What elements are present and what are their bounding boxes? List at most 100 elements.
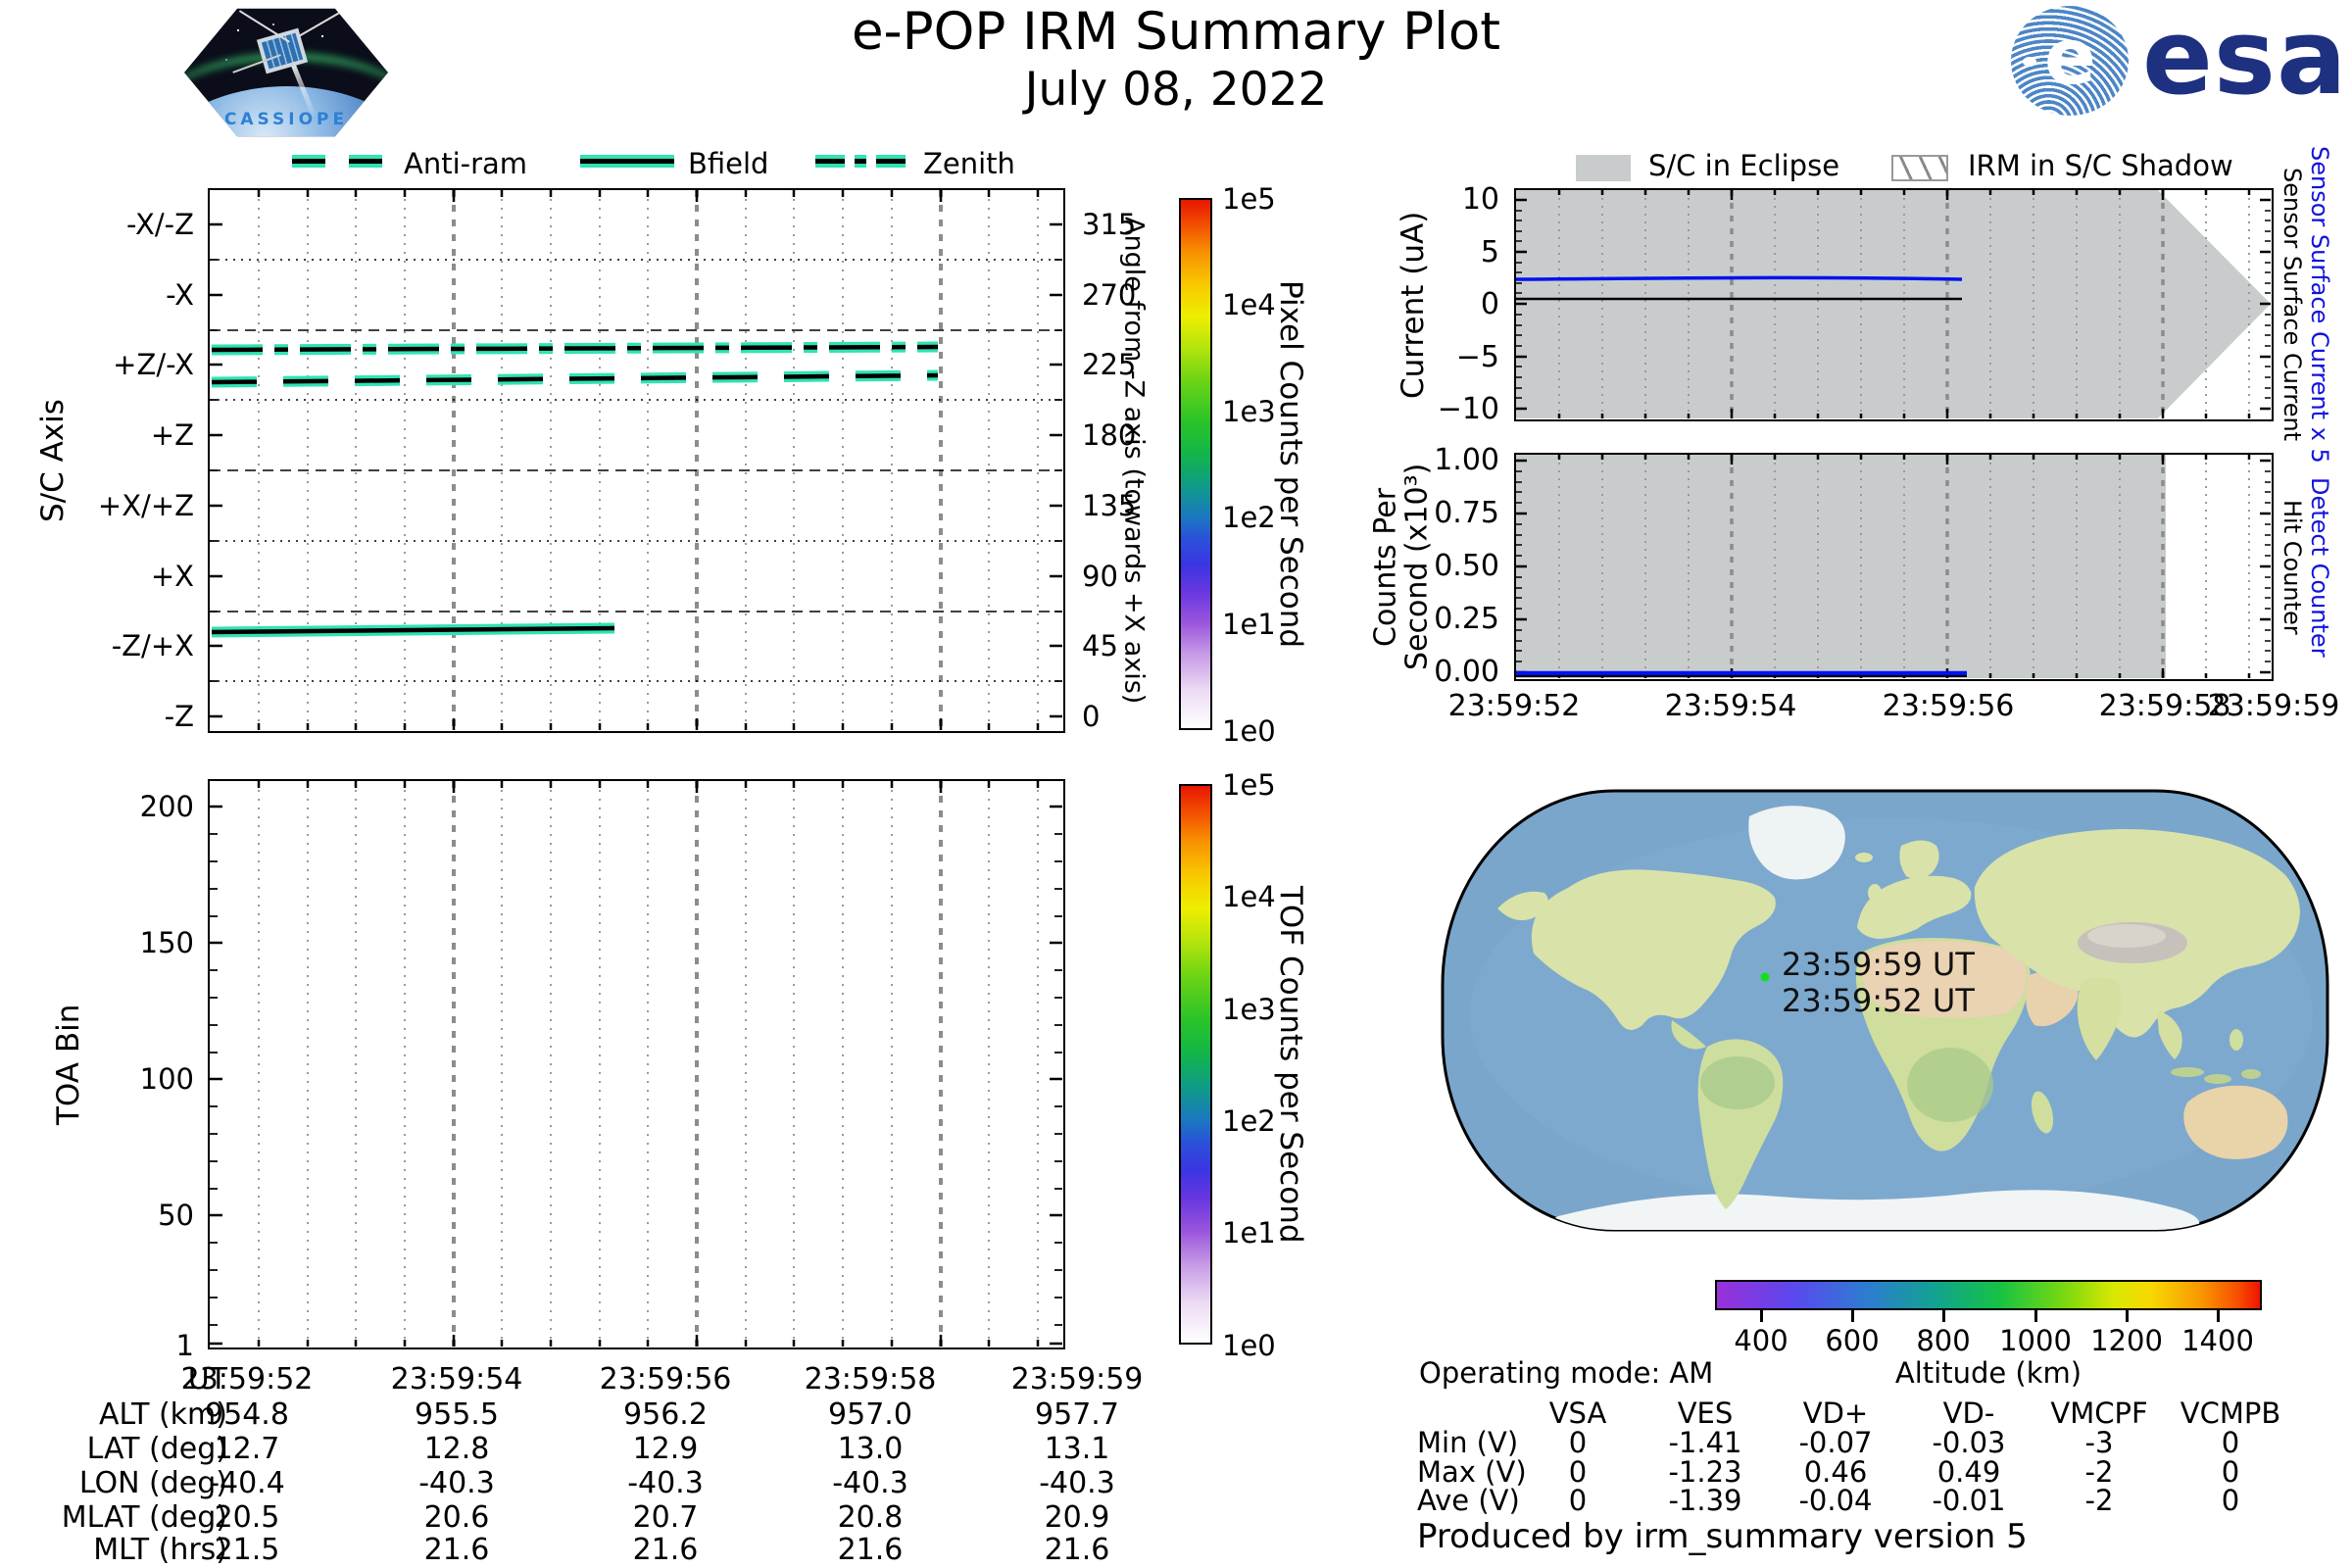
current-ytick: −10 <box>1364 392 1499 427</box>
esa-globe-letter: e <box>2044 14 2096 102</box>
eph-cell: -40.3 <box>567 1466 763 1501</box>
bfield-series <box>212 628 614 632</box>
legend-label-zenith: Zenith <box>923 147 1015 180</box>
toa-ytick: 50 <box>59 1198 194 1233</box>
sc-axis-ytick: +X/+Z <box>39 488 194 523</box>
alt-tickmark <box>1851 1310 1854 1322</box>
eph-cell: 12.9 <box>567 1432 763 1467</box>
alt-tick: 1400 <box>2159 1323 2277 1358</box>
sc-axis-ytick: +Z/-X <box>39 347 194 382</box>
eph-cell: -40.3 <box>772 1466 968 1501</box>
current-ytick: 10 <box>1364 182 1499 218</box>
eph-cell: 23:59:56 <box>567 1362 763 1397</box>
current-plot <box>1514 188 2274 421</box>
toa-ytick: 1 <box>59 1328 194 1363</box>
sc-axis-ytick: +X <box>39 559 194 594</box>
right-xtick: 23:59:54 <box>1623 689 1838 724</box>
eph-cell: -40.3 <box>979 1466 1175 1501</box>
right-xtick: 23:59:59 <box>2166 689 2352 724</box>
shadow-legend-swatch <box>1891 155 1948 181</box>
counts-ytick: 0.25 <box>1364 602 1499 637</box>
footer-version: Produced by irm_summary version 5 <box>1417 1517 2028 1556</box>
eph-cell: 21.6 <box>567 1533 763 1568</box>
ground-track-map: 23:59:59 UT 23:59:52 UT <box>1441 789 2329 1232</box>
esa-globe-island <box>2023 57 2036 67</box>
tof-colorbar <box>1179 784 1212 1345</box>
current-ytick: −5 <box>1364 340 1499 375</box>
eph-cell: 957.7 <box>979 1397 1175 1433</box>
eph-cell: 12.8 <box>359 1432 555 1467</box>
eclipse-shading <box>1516 190 2271 418</box>
eph-cell: 12.7 <box>149 1432 345 1467</box>
counts-ytick: 0.50 <box>1364 549 1499 584</box>
sc-axis-plot-canvas <box>210 190 1062 730</box>
eph-cell: 20.7 <box>567 1500 763 1536</box>
eph-cell: 23:59:58 <box>772 1362 968 1397</box>
pixel-colorbar-label: Pixel Counts per Second <box>1274 198 1307 730</box>
toa-plot-canvas <box>210 781 1062 1347</box>
current-ytick: 0 <box>1364 287 1499 322</box>
sc-axis-ytick: +Z <box>39 417 194 453</box>
eph-cell: 955.5 <box>359 1397 555 1433</box>
toa-plot <box>208 779 1065 1349</box>
right-xtick: 23:59:52 <box>1406 689 1622 724</box>
eph-cell: 21.6 <box>359 1533 555 1568</box>
eclipse-legend-swatch <box>1576 155 1631 181</box>
legend-sample-bfield <box>580 155 674 168</box>
esa-globe-icon: e <box>2011 6 2129 116</box>
eph-cell: 13.0 <box>772 1432 968 1467</box>
right-xtick: 23:59:56 <box>1840 689 2056 724</box>
toa-ytick: 200 <box>59 789 194 824</box>
eph-cell: 20.9 <box>979 1500 1175 1536</box>
surface-current-x5-line <box>1516 277 1962 279</box>
current-plot-canvas <box>1516 190 2271 418</box>
eclipse-legend-label: S/C in Eclipse <box>1648 149 1839 182</box>
counts-plot-canvas <box>1516 455 2271 678</box>
sc-axis-ytick: -Z/+X <box>39 628 194 663</box>
counts-ytick: 0.75 <box>1364 496 1499 531</box>
alt-tickmark <box>2217 1310 2220 1322</box>
counts-ytick: 1.00 <box>1364 443 1499 478</box>
ground-track-point <box>1761 973 1770 982</box>
cassiope-patch-art: CASSIOPE <box>184 6 388 139</box>
legend-label-bfield: Bfield <box>688 147 768 180</box>
toa-ytick: 150 <box>59 925 194 960</box>
eph-cell: 20.8 <box>772 1500 968 1536</box>
eclipse-shading <box>1516 455 2166 678</box>
eph-cell: 21.6 <box>979 1533 1175 1568</box>
eph-cell: 23:59:59 <box>979 1362 1175 1397</box>
sc-axis-ytick: -X <box>39 277 194 313</box>
legend-label-anti-ram: Anti-ram <box>404 147 527 180</box>
sc-axis-ytick: -Z <box>39 699 194 734</box>
eph-cell: 954.8 <box>149 1397 345 1433</box>
counts-right-label-blue: Detect Counter <box>2307 453 2332 681</box>
map-time-label-1: 23:59:59 UT <box>1782 946 1975 983</box>
cassiope-patch-logo: CASSIOPE <box>179 2 393 143</box>
anti-ram-series <box>212 375 938 382</box>
angle-axis-label: Angle from -Z axis (towards +X axis) <box>1119 188 1149 733</box>
eph-cell: -40.3 <box>359 1466 555 1501</box>
altitude-colorbar-label: Altitude (km) <box>1841 1355 2135 1391</box>
eph-cell: 20.6 <box>359 1500 555 1536</box>
esa-wordmark: esa <box>2142 6 2348 110</box>
page-title: e-POP IRM Summary Plot <box>686 2 1666 62</box>
eph-cell: 20.5 <box>149 1500 345 1536</box>
legend-sample-anti-ram <box>292 155 386 168</box>
alt-tickmark <box>2034 1310 2037 1322</box>
pixel-colorbar <box>1179 198 1212 730</box>
current-ytick: 5 <box>1364 235 1499 270</box>
current-right-label-black: Sensor Surface Current <box>2279 188 2305 421</box>
map-time-label-2: 23:59:52 UT <box>1782 982 1975 1019</box>
cassiope-label: CASSIOPE <box>184 110 388 129</box>
sc-axis-ytick: -X/-Z <box>39 207 194 242</box>
alt-tickmark <box>1760 1310 1763 1322</box>
sc-axis-plot <box>208 188 1065 733</box>
volt-cell: 0 <box>2152 1483 2309 1518</box>
eph-cell: 13.1 <box>979 1432 1175 1467</box>
counts-right-label-black: Hit Counter <box>2279 453 2305 681</box>
eph-cell: 21.5 <box>149 1533 345 1568</box>
counts-ytick: 0.00 <box>1364 655 1499 690</box>
current-right-label-blue: Sensor Surface Current x 5 <box>2307 188 2332 421</box>
operating-mode: Operating mode: AM <box>1419 1355 1831 1391</box>
page-date: July 08, 2022 <box>686 63 1666 117</box>
